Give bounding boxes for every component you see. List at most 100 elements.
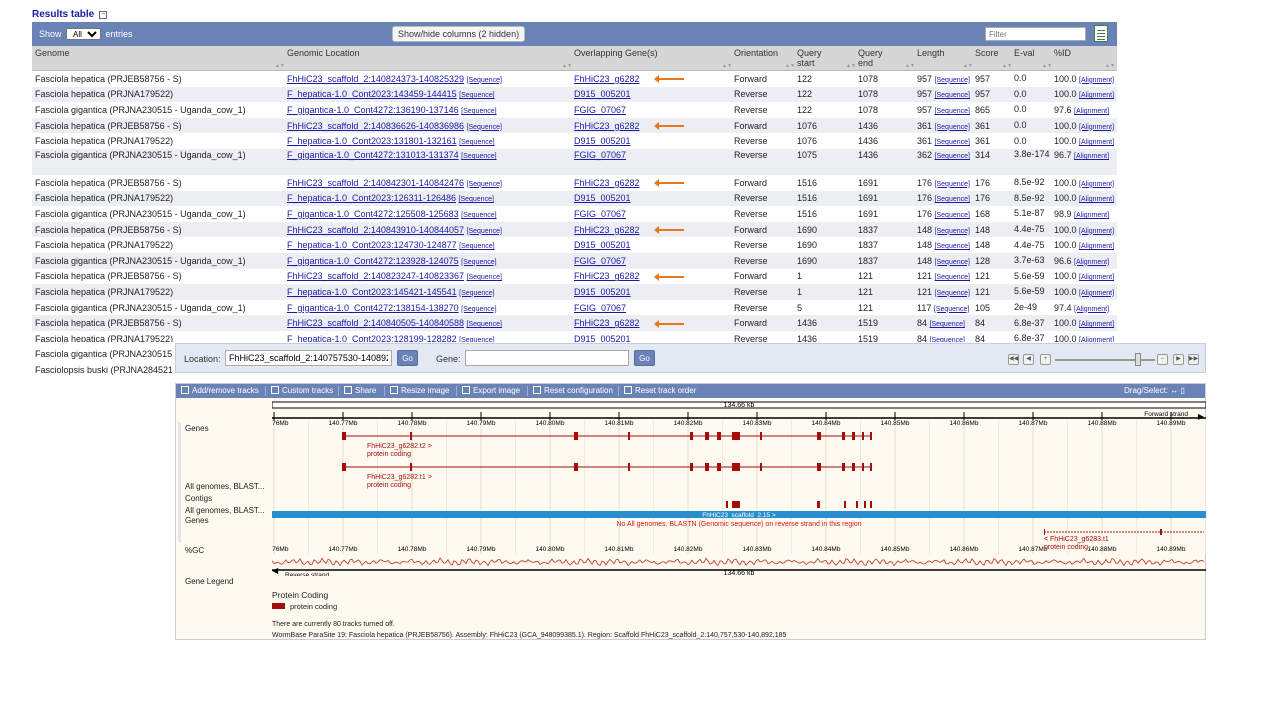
entries-select[interactable]: All xyxy=(66,28,102,40)
zoom-slider-handle[interactable] xyxy=(1135,353,1141,366)
column-header[interactable]: Query end xyxy=(858,48,883,68)
sort-icon[interactable]: ▲▼ xyxy=(722,64,732,69)
sort-icon[interactable]: ▲▼ xyxy=(1042,64,1052,69)
sort-icon[interactable]: ▲▼ xyxy=(963,64,973,69)
gene-link[interactable]: FhHiC23_g6282 xyxy=(574,121,640,131)
location-link[interactable]: F_gigantica-1.0_Cont4272:123928-124075 xyxy=(287,256,459,266)
column-header[interactable]: Genomic Location xyxy=(287,48,360,58)
sequence-link[interactable]: [Sequence] xyxy=(461,212,496,219)
track-label-genes-reverse[interactable]: Genes xyxy=(185,516,209,525)
location-link[interactable]: F_hepatica-1.0_Cont2023:143459-144415 xyxy=(287,89,457,99)
sort-icon[interactable]: ▲▼ xyxy=(1105,64,1115,69)
gene-link[interactable]: FGIG_07067 xyxy=(574,150,626,160)
export-image-button[interactable]: Export image xyxy=(462,386,520,396)
gene-link[interactable]: FhHiC23_g6282 xyxy=(574,225,640,235)
drag-select-toggle[interactable]: Drag/Select: ↔ ▯ xyxy=(1124,386,1185,396)
alignment-link[interactable]: [Alignment] xyxy=(1079,124,1114,131)
location-link[interactable]: FhHiC23_scaffold_2:140843910-140844057 xyxy=(287,225,464,235)
sort-icon[interactable]: ▲▼ xyxy=(275,64,285,69)
location-link[interactable]: F_hepatica-1.0_Cont2023:128199-128282 xyxy=(287,334,457,342)
custom-tracks-button[interactable]: Custom tracks xyxy=(271,386,333,396)
location-link[interactable]: F_hepatica-1.0_Cont2023:124730-124877 xyxy=(287,240,457,250)
first-icon[interactable]: ◀◀ xyxy=(1008,354,1019,365)
sequence-link[interactable]: [Sequence] xyxy=(930,337,965,342)
location-input[interactable] xyxy=(225,350,392,366)
gene-link[interactable]: FhHiC23_g6282 xyxy=(574,271,640,281)
location-go-button[interactable]: Go xyxy=(397,350,418,366)
select-icon[interactable]: ▯ xyxy=(1181,386,1185,395)
gene-link[interactable]: D915_005201 xyxy=(574,287,631,297)
location-link[interactable]: FhHiC23_scaffold_2:140840505-140840588 xyxy=(287,318,464,328)
gene-link[interactable]: FhHiC23_g6282 xyxy=(574,74,640,84)
sequence-link[interactable]: [Sequence] xyxy=(467,124,502,131)
column-header[interactable]: Genome xyxy=(35,48,70,58)
sequence-link[interactable]: [Sequence] xyxy=(935,274,970,281)
sequence-link[interactable]: [Sequence] xyxy=(459,243,494,250)
gene-link[interactable]: FGIG_07067 xyxy=(574,256,626,266)
alignment-link[interactable]: [Alignment] xyxy=(1074,259,1109,266)
sequence-link[interactable]: [Sequence] xyxy=(459,337,494,342)
gene-link[interactable]: FGIG_07067 xyxy=(574,303,626,313)
column-header[interactable]: Overlapping Gene(s) xyxy=(574,48,658,58)
column-header[interactable]: Length xyxy=(917,48,945,58)
results-table-title[interactable]: Results table − xyxy=(32,9,108,20)
sequence-link[interactable]: [Sequence] xyxy=(935,181,970,188)
sort-icon[interactable]: ▲▼ xyxy=(1002,64,1012,69)
column-header[interactable]: Orientation xyxy=(734,48,778,58)
alignment-link[interactable]: [Alignment] xyxy=(1074,306,1109,313)
location-link[interactable]: F_gigantica-1.0_Cont4272:131013-131374 xyxy=(287,150,459,160)
show-hide-columns-button[interactable]: Show/hide columns (2 hidden) xyxy=(392,26,526,42)
track-label-blast-reverse[interactable]: All genomes, BLAST... xyxy=(185,506,265,515)
excel-icon[interactable] xyxy=(1094,25,1108,42)
sequence-link[interactable]: [Sequence] xyxy=(459,139,494,146)
alignment-link[interactable]: [Alignment] xyxy=(1074,212,1109,219)
add-remove-tracks-button[interactable]: Add/remove tracks xyxy=(181,386,259,396)
track-label-contigs[interactable]: Contigs xyxy=(185,494,212,503)
location-link[interactable]: FhHiC23_scaffold_2:140842301-140842476 xyxy=(287,178,464,188)
sequence-link[interactable]: [Sequence] xyxy=(935,77,970,84)
gene-link[interactable]: FhHiC23_g6282 xyxy=(574,318,640,328)
alignment-link[interactable]: [Alignment] xyxy=(1079,290,1114,297)
zoom-slider[interactable] xyxy=(1055,353,1155,366)
sort-icon[interactable]: ▲▼ xyxy=(905,64,915,69)
drag-icon[interactable]: ↔ xyxy=(1170,386,1178,395)
gene-link[interactable]: FhHiC23_g6282 xyxy=(574,178,640,188)
alignment-link[interactable]: [Alignment] xyxy=(1079,196,1114,203)
gene-link[interactable]: D915_005201 xyxy=(574,334,631,342)
location-link[interactable]: F_hepatica-1.0_Cont2023:126311-126486 xyxy=(287,193,456,203)
sequence-link[interactable]: [Sequence] xyxy=(935,108,970,115)
location-link[interactable]: F_gigantica-1.0_Cont4272:125508-125683 xyxy=(287,209,459,219)
alignment-link[interactable]: [Alignment] xyxy=(1079,228,1114,235)
column-header[interactable]: Score xyxy=(975,48,999,58)
sequence-link[interactable]: [Sequence] xyxy=(459,92,494,99)
sequence-link[interactable]: [Sequence] xyxy=(935,124,970,131)
share-button[interactable]: Share xyxy=(344,386,376,396)
gene-link[interactable]: FGIG_07067 xyxy=(574,209,626,219)
location-link[interactable]: F_hepatica-1.0_Cont2023:145421-145541 xyxy=(287,287,457,297)
track-label-genes[interactable]: Genes xyxy=(185,424,209,433)
location-link[interactable]: F_gigantica-1.0_Cont4272:136190-137146 xyxy=(287,105,459,115)
sequence-link[interactable]: [Sequence] xyxy=(467,321,502,328)
alignment-link[interactable]: [Alignment] xyxy=(1079,274,1114,281)
sort-icon[interactable]: ▲▼ xyxy=(846,64,856,69)
alignment-link[interactable]: [Alignment] xyxy=(1079,139,1114,146)
reset-configuration-button[interactable]: Reset configuration xyxy=(533,386,613,396)
zoom-in-icon[interactable]: + xyxy=(1040,354,1051,365)
sort-icon[interactable]: ▲▼ xyxy=(785,64,795,69)
alignment-link[interactable]: [Alignment] xyxy=(1079,243,1114,250)
track-label-gc[interactable]: %GC xyxy=(185,546,204,555)
sequence-link[interactable]: [Sequence] xyxy=(934,306,969,313)
sequence-link[interactable]: [Sequence] xyxy=(935,290,970,297)
location-link[interactable]: F_gigantica-1.0_Cont4272:138154-138270 xyxy=(287,303,459,313)
location-link[interactable]: FhHiC23_scaffold_2:140836626-140836986 xyxy=(287,121,464,131)
alignment-link[interactable]: [Alignment] xyxy=(1079,77,1114,84)
zoom-out-icon[interactable]: − xyxy=(1157,354,1168,365)
sequence-link[interactable]: [Sequence] xyxy=(461,259,496,266)
location-link[interactable]: FhHiC23_scaffold_2:140823247-140823367 xyxy=(287,271,464,281)
reset-track-order-button[interactable]: Reset track order xyxy=(624,386,696,396)
location-link[interactable]: F_hepatica-1.0_Cont2023:131801-132161 xyxy=(287,136,457,146)
sequence-link[interactable]: [Sequence] xyxy=(935,212,970,219)
sequence-link[interactable]: [Sequence] xyxy=(467,228,502,235)
sequence-link[interactable]: [Sequence] xyxy=(461,108,496,115)
forward-icon[interactable]: ▶ xyxy=(1173,354,1184,365)
